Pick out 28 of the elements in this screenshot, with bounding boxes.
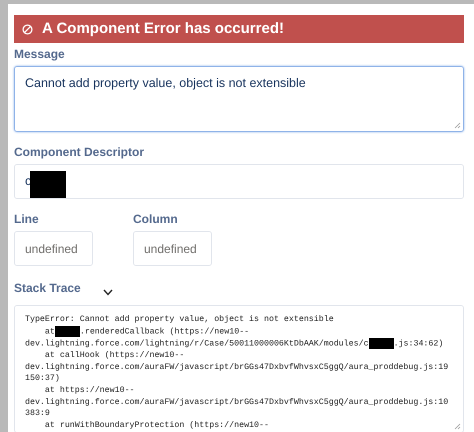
stack-trace-line: at runWithBoundaryProtection (https://new10-- xyxy=(44,420,269,432)
stack-trace-line: 150:37) xyxy=(25,373,60,385)
number-field[interactable]: undefined xyxy=(133,231,212,266)
number-field[interactable]: undefined xyxy=(14,231,93,266)
field-label: Message xyxy=(14,48,66,60)
stack-trace-line: at .renderedCallback (https://new10-- xyxy=(44,326,250,338)
stack-trace-line: at callHook (https://new10-- xyxy=(44,350,184,362)
resize-handle-icon[interactable] xyxy=(454,423,461,430)
redaction-mark xyxy=(54,326,80,337)
stack-trace-line: 383:9 xyxy=(25,408,50,420)
redaction-mark xyxy=(30,171,66,198)
toggle-button[interactable] xyxy=(102,289,113,296)
field-label: Line xyxy=(14,213,40,225)
redaction-mark xyxy=(368,338,394,349)
section-label: Stack Trace xyxy=(14,282,81,294)
stack-trace-line: TypeError: Cannot add property value, object is not extensible xyxy=(25,314,334,326)
error-icon xyxy=(22,24,33,34)
stack-trace-line: at https://new10-- xyxy=(44,384,135,397)
message-field[interactable]: Cannot add property value, object is not extensible xyxy=(14,66,464,132)
error-title: A Component Error has occurred! xyxy=(42,18,284,39)
field-label: Component Descriptor xyxy=(14,146,146,158)
field-label: Column xyxy=(133,213,179,225)
stack-trace-line: dev.lightning.force.com/auraFW/javascript/brGGs47DxbvfWhvsxC5ggQ/aura_proddebug.js:10 xyxy=(25,396,448,408)
stack-trace-line: dev.lightning.force.com/lightning/r/Case/50011000006KtDbAAK/modules/c .js:34:62) xyxy=(25,338,444,350)
stack-trace-line: dev.lightning.force.com/auraFW/javascript/brGGs47DxbvfWhvsxC5ggQ/aura_proddebug.js:19 xyxy=(25,362,448,374)
stack-trace-box[interactable] xyxy=(14,305,464,432)
resize-handle-icon[interactable] xyxy=(454,122,461,129)
chevron-icon xyxy=(102,289,113,296)
